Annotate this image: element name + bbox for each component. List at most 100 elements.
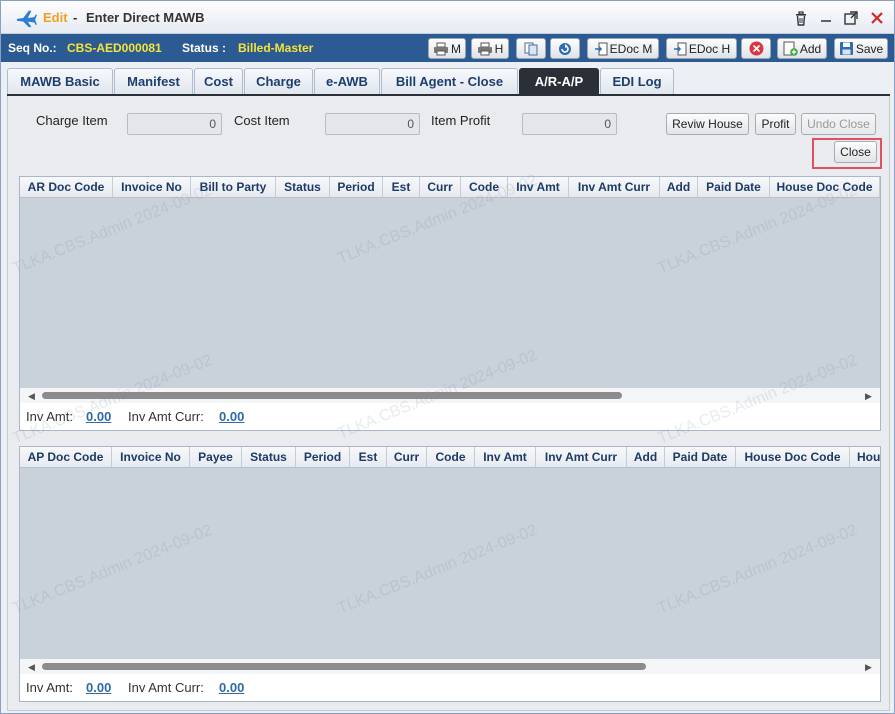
save-button[interactable]: Save [834,38,888,59]
ap-inv-amt-label: Inv Amt: [26,680,73,695]
ap-inv-amt-curr-value[interactable]: 0.00 [219,680,244,695]
ar-inv-amt-curr-label: Inv Amt Curr: [128,409,204,424]
ar-col-bill-to-party[interactable]: Bill to Party [191,177,276,197]
edoc-icon [673,42,687,55]
airplane-icon [16,10,37,28]
ar-col-inv-amt[interactable]: Inv Amt [508,177,569,197]
tab-cost[interactable]: Cost [194,68,243,94]
ar-grid-footer: Inv Amt: 0.00 Inv Amt Curr: 0.00 [20,403,880,430]
add-label: Add [799,41,822,56]
ar-col-inv-amt-curr[interactable]: Inv Amt Curr [569,177,660,197]
tab-edi-log[interactable]: EDI Log [600,68,674,94]
edoc-icon [594,42,608,55]
ar-grid-body [20,198,880,388]
status-label: Status : [182,41,227,55]
maximize-icon[interactable] [843,10,859,26]
tab-ar-ap[interactable]: A/R-A/P [519,68,599,94]
ap-grid-body [20,468,880,659]
tab-charge[interactable]: Charge [244,68,313,94]
charge-item-label: Charge Item [36,113,108,128]
trash-icon[interactable] [793,10,809,26]
printer-icon [477,42,492,55]
ap-col-invoice-no[interactable]: Invoice No [112,447,190,467]
tab-e-awb[interactable]: e-AWB [314,68,380,94]
status-bar: Seq No.: CBS-AED000081 Status : Billed-M… [1,34,894,62]
ap-col-curr[interactable]: Curr [387,447,427,467]
ap-col-house-doc-code[interactable]: House Doc Code [736,447,850,467]
ar-grid-scrollbar[interactable]: ◀ ▶ [20,388,880,403]
scroll-right-icon[interactable]: ▶ [865,662,872,673]
ap-grid-scrollbar[interactable]: ◀ ▶ [20,659,880,674]
ar-inv-amt-curr-value[interactable]: 0.00 [219,409,244,424]
copy-icon [524,42,538,55]
status-value: Billed-Master [238,41,314,55]
print-m-label: M [451,41,461,56]
seq-no-value: CBS-AED000081 [67,41,162,55]
ar-col-status[interactable]: Status [276,177,330,197]
ar-col-ar-doc-code[interactable]: AR Doc Code [20,177,113,197]
close-button[interactable]: Close [834,141,877,163]
window-title: Enter Direct MAWB [86,10,205,25]
item-profit-field: 0 [522,113,617,135]
scroll-left-icon[interactable]: ◀ [28,662,35,673]
refresh-button[interactable] [550,38,580,59]
charge-item-field: 0 [127,113,222,135]
tab-bill-agent-close[interactable]: Bill Agent - Close [381,68,518,94]
copy-button[interactable] [516,38,546,59]
ar-col-add[interactable]: Add [660,177,698,197]
ap-col-est[interactable]: Est [350,447,387,467]
ap-grid-header: AP Doc Code Invoice No Payee Status Peri… [20,447,880,468]
delete-button[interactable] [741,38,771,59]
save-label: Save [855,41,884,56]
close-window-icon[interactable] [869,10,885,26]
minimize-icon[interactable] [818,10,834,26]
ap-inv-amt-curr-label: Inv Amt Curr: [128,680,204,695]
ar-inv-amt-value[interactable]: 0.00 [86,409,111,424]
ap-col-status[interactable]: Status [242,447,296,467]
edoc-h-button[interactable]: EDoc H [666,38,737,59]
ar-col-est[interactable]: Est [383,177,420,197]
ar-grid-header: AR Doc Code Invoice No Bill to Party Sta… [20,177,880,198]
ap-col-ap-doc-code[interactable]: AP Doc Code [20,447,112,467]
tab-mawb-basic[interactable]: MAWB Basic [7,68,113,94]
print-h-button[interactable]: H [471,38,509,59]
ap-grid-footer: Inv Amt: 0.00 Inv Amt Curr: 0.00 [20,674,880,701]
add-document-icon [783,41,798,56]
ap-col-code[interactable]: Code [427,447,475,467]
profit-button[interactable]: Profit [755,113,796,135]
ap-inv-amt-value[interactable]: 0.00 [86,680,111,695]
ar-col-period[interactable]: Period [330,177,383,197]
delete-icon [749,41,763,56]
ap-col-paid-date[interactable]: Paid Date [665,447,736,467]
ar-col-paid-date[interactable]: Paid Date [698,177,770,197]
ap-col-add[interactable]: Add [627,447,665,467]
tab-manifest[interactable]: Manifest [114,68,193,94]
print-h-label: H [494,41,504,56]
edoc-h-label: EDoc H [688,41,731,56]
ar-scroll-thumb[interactable] [42,392,622,399]
ap-col-inv-amt-curr[interactable]: Inv Amt Curr [536,447,627,467]
add-button[interactable]: Add [777,38,827,59]
ar-col-code[interactable]: Code [461,177,508,197]
refresh-icon [559,42,571,55]
ar-col-curr[interactable]: Curr [420,177,461,197]
ar-col-invoice-no[interactable]: Invoice No [113,177,191,197]
review-house-button[interactable]: Reviw House [666,113,749,135]
edoc-m-button[interactable]: EDoc M [587,38,659,59]
title-separator: - [73,10,78,25]
edoc-m-label: EDoc M [609,41,653,56]
ap-col-inv-amt[interactable]: Inv Amt [475,447,536,467]
print-m-button[interactable]: M [428,38,466,59]
printer-icon [434,42,448,55]
title-mode: Edit [43,10,68,25]
ap-grid: AP Doc Code Invoice No Payee Status Peri… [19,446,881,702]
cost-item-label: Cost Item [234,113,290,128]
ar-col-house-doc-code[interactable]: House Doc Code [770,177,880,197]
undo-close-button[interactable]: Undo Close [801,113,876,135]
ap-scroll-thumb[interactable] [42,663,646,670]
ap-col-house-truncated[interactable]: Hou [850,447,880,467]
ap-col-payee[interactable]: Payee [190,447,242,467]
scroll-right-icon[interactable]: ▶ [865,391,872,402]
ap-col-period[interactable]: Period [296,447,350,467]
scroll-left-icon[interactable]: ◀ [28,391,35,402]
